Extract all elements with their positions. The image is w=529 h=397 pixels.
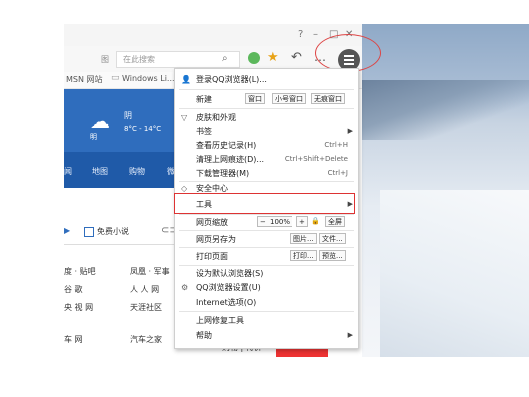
zoom-in-button[interactable]: +	[296, 216, 308, 227]
menu-item-default-browser[interactable]: 设为默认浏览器(S)	[175, 267, 358, 280]
search-icon[interactable]: ⌕	[222, 53, 228, 64]
chat-icon[interactable]	[248, 52, 260, 64]
gear-icon: ⚙	[181, 283, 189, 292]
divider	[64, 244, 178, 245]
bookmark-windows-live[interactable]: Windows Li...	[122, 74, 175, 83]
menu-label: 下载管理器(M)	[196, 169, 250, 178]
menu-separator	[179, 108, 354, 109]
menu-label: 网页缩放	[196, 218, 228, 227]
menu-separator	[179, 230, 354, 231]
user-icon: 👤	[181, 75, 191, 84]
menu-shortcut: Ctrl+Shift+Delete	[284, 155, 348, 163]
star-icon[interactable]: ★	[267, 50, 279, 65]
menu-item-print: 打印页面 打印... 预览...	[175, 250, 358, 263]
menu-label: 设为默认浏览器(S)	[196, 269, 264, 278]
menu-item-zoom: 网页缩放 − 100% + 🔒 全屏	[175, 216, 358, 229]
menu-label: 上网修复工具	[196, 316, 244, 325]
menu-label: Internet选项(O)	[196, 298, 257, 307]
submenu-arrow-icon: ▶	[347, 331, 353, 339]
menu-label: QQ浏览器设置(U)	[196, 283, 261, 292]
print-preview-button[interactable]: 预览...	[319, 250, 346, 261]
link-item[interactable]: 车 网	[64, 334, 83, 345]
weather-tag: 明	[90, 133, 97, 141]
link-item[interactable]: 谷 歌	[64, 284, 83, 295]
menu-item-downloads[interactable]: 下载管理器(M) Ctrl+J	[175, 167, 358, 180]
nav-arrow-icon[interactable]: ▶	[64, 226, 70, 235]
shirt-icon: ▽	[181, 113, 188, 122]
new-window-button[interactable]: 窗口	[245, 93, 265, 104]
minimize-button[interactable]: –	[313, 29, 318, 40]
nav-bar: 闻 地图 购物 微	[64, 152, 178, 188]
menu-item-bookmarks[interactable]: 书签 ▶	[175, 125, 358, 138]
menu-label: 登录QQ浏览器(L)...	[196, 75, 267, 84]
weather-widget[interactable]: ☁ 明 阴 8°C - 14°C	[64, 89, 178, 152]
link-item[interactable]: 央 视 网	[64, 302, 93, 313]
menu-item-clear-traces[interactable]: 清理上网痕迹(D)... Ctrl+Shift+Delete	[175, 153, 358, 166]
menu-item-settings[interactable]: ⚙ QQ浏览器设置(U)	[175, 281, 358, 294]
weather-temperature: 8°C - 14°C	[124, 125, 162, 133]
save-file-button[interactable]: 文件...	[319, 233, 346, 244]
highlight-circle	[315, 34, 381, 72]
menu-item-history[interactable]: 查看历史记录(H) Ctrl+H	[175, 139, 358, 152]
book-icon	[84, 227, 94, 237]
undo-icon[interactable]: ↶	[291, 50, 302, 65]
tab-shopping[interactable]: 购物	[129, 166, 145, 177]
menu-label: 新建	[196, 95, 212, 104]
menu-label: 查看历史记录(H)	[196, 141, 257, 150]
menu-item-help[interactable]: 帮助 ▶	[175, 329, 358, 342]
menu-label: 打印页面	[196, 252, 228, 261]
bookmark-msn[interactable]: MSN 网站	[66, 74, 103, 85]
weather-condition: 阴	[124, 111, 132, 120]
help-button[interactable]: ?	[298, 29, 303, 40]
menu-label: 皮肤和外观	[196, 113, 236, 122]
snow-slope	[380, 190, 529, 357]
tab-map[interactable]: 地图	[92, 166, 108, 177]
link-item[interactable]: 度 · 贴吧	[64, 266, 96, 277]
link-item[interactable]: 汽车之家	[130, 334, 162, 345]
menu-label: 帮助	[196, 331, 212, 340]
menu-separator	[179, 247, 354, 248]
cloud-sun-icon: ☁	[90, 109, 110, 133]
submenu-arrow-icon: ▶	[347, 127, 353, 135]
menu-item-repair[interactable]: 上网修复工具	[175, 314, 358, 327]
menu-separator	[179, 89, 354, 90]
folder-icon: ▭	[111, 73, 120, 83]
menu-shortcut: Ctrl+H	[324, 141, 348, 149]
fullscreen-button[interactable]: 全屏	[325, 216, 345, 227]
menu-item-skin[interactable]: ▽ 皮肤和外观	[175, 111, 358, 124]
menu-item-save-as: 网页另存为 图片... 文件...	[175, 233, 358, 246]
link-item[interactable]: 凤凰 · 军事	[130, 266, 170, 277]
menu-item-new: 新建 窗口 小号窗口 无痕窗口	[175, 93, 358, 106]
zoom-value: 100%	[268, 216, 293, 227]
save-image-button[interactable]: 图片...	[290, 233, 317, 244]
free-novel-link[interactable]: 免费小说	[97, 226, 129, 237]
tab-news[interactable]: 闻	[64, 166, 72, 177]
links-grid: 度 · 贴吧 凤凰 · 军事 谷 歌 人 人 网 央 视 网 天涯社区 车 网 …	[64, 262, 178, 397]
link-item[interactable]: 天涯社区	[130, 302, 162, 313]
menu-separator	[179, 311, 354, 312]
tools-highlight-box	[174, 193, 355, 214]
menu-label: 书签	[196, 127, 212, 136]
mountain-ridge	[362, 80, 529, 140]
menu-item-login[interactable]: 👤 登录QQ浏览器(L)...	[175, 73, 358, 86]
menu-label: 网页另存为	[196, 235, 236, 244]
new-small-window-button[interactable]: 小号窗口	[272, 93, 306, 104]
menu-separator	[179, 265, 354, 266]
menu-item-internet-options[interactable]: Internet选项(O)	[175, 296, 358, 309]
link-item[interactable]: 人 人 网	[130, 284, 159, 295]
print-button[interactable]: 打印...	[290, 250, 317, 261]
menu-shortcut: Ctrl+J	[327, 169, 348, 177]
menu-separator	[179, 214, 354, 215]
favorites-icon[interactable]: 图	[101, 54, 109, 65]
menu-label: 清理上网痕迹(D)...	[196, 155, 265, 164]
lock-icon[interactable]: 🔒	[309, 216, 322, 227]
new-private-window-button[interactable]: 无痕窗口	[311, 93, 345, 104]
